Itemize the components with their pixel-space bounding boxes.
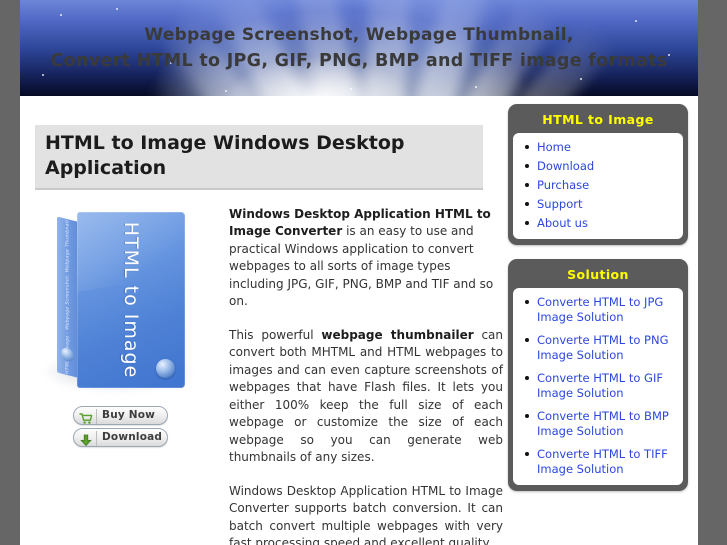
bullet-icon — [525, 145, 529, 149]
bullet-icon — [525, 183, 529, 187]
list-item[interactable]: About us — [519, 216, 677, 231]
sidebar-panel-solution-title: Solution — [567, 267, 629, 282]
banner-star — [225, 90, 227, 92]
bullet-icon — [525, 452, 529, 456]
sidebar-panel-solution-body: Converte HTML to JPG Image Solution Conv… — [513, 288, 683, 485]
sidebar-item-home[interactable]: Home — [537, 140, 571, 154]
list-item[interactable]: Support — [519, 197, 677, 212]
bullet-icon — [525, 164, 529, 168]
banner-star — [42, 74, 44, 76]
paragraph-1: Windows Desktop Application HTML to Imag… — [229, 206, 503, 311]
list-item[interactable]: Home — [519, 140, 677, 155]
sidebar-panel-nav-title: HTML to Image — [542, 112, 654, 127]
banner-headline: Webpage Screenshot, Webpage Thumbnail, C… — [20, 22, 698, 74]
boxshot-orb-icon — [156, 358, 175, 378]
list-item[interactable]: Converte HTML to BMP Image Solution — [519, 409, 677, 439]
paragraph-3: Windows Desktop Application HTML to Imag… — [229, 483, 503, 545]
sidebar-item-support[interactable]: Support — [537, 197, 582, 211]
sidebar-nav-list: Home Download Purchase Support About us — [519, 140, 677, 231]
sidebar-panel-nav: HTML to Image Home Download Purchase Sup… — [508, 104, 688, 245]
bullet-icon — [525, 414, 529, 418]
banner-star — [116, 8, 118, 10]
banner-star — [475, 86, 477, 88]
download-button[interactable]: Download — [73, 427, 168, 447]
list-item[interactable]: Converte HTML to JPG Image Solution — [519, 295, 677, 325]
paragraph-2-pre: This powerful — [229, 327, 322, 342]
paragraph-2: This powerful webpage thumbnailer can co… — [229, 327, 503, 467]
banner-star — [580, 78, 582, 80]
sidebar-panel-nav-body: Home Download Purchase Support About us — [513, 133, 683, 239]
boxshot-spine-orb-icon — [61, 346, 74, 363]
action-buttons: Buy Now Download — [73, 405, 168, 450]
boxshot-wrap: HTML to Image - Webpage Screenshot, Webp… — [57, 211, 207, 388]
sidebar-item-tiff-solution[interactable]: Converte HTML to TIFF Image Solution — [537, 447, 668, 476]
sidebar-item-download[interactable]: Download — [537, 159, 594, 173]
boxshot-title: HTML to Image — [120, 221, 142, 378]
banner-headline-line2: Convert HTML to JPG, GIF, PNG, BMP and T… — [50, 51, 668, 71]
list-item[interactable]: Converte HTML to GIF Image Solution — [519, 371, 677, 401]
page-title: HTML to Image Windows Desktop Applicatio… — [35, 124, 483, 190]
sidebar-item-bmp-solution[interactable]: Converte HTML to BMP Image Solution — [537, 409, 669, 438]
sidebar: HTML to Image Home Download Purchase Sup… — [508, 104, 688, 505]
list-item[interactable]: Purchase — [519, 178, 677, 193]
paragraph-2-bold: webpage thumbnailer — [321, 327, 474, 342]
bullet-icon — [525, 338, 529, 342]
buy-now-label: Buy Now — [102, 408, 156, 421]
list-item[interactable]: Download — [519, 159, 677, 174]
bullet-icon — [525, 300, 529, 304]
sidebar-item-about-us[interactable]: About us — [537, 216, 588, 230]
sidebar-item-jpg-solution[interactable]: Converte HTML to JPG Image Solution — [537, 295, 663, 324]
page-sheet: Webpage Screenshot, Webpage Thumbnail, C… — [20, 0, 698, 545]
list-item[interactable]: Converte HTML to TIFF Image Solution — [519, 447, 677, 477]
bullet-icon — [525, 221, 529, 225]
banner-headline-line1: Webpage Screenshot, Webpage Thumbnail, — [144, 25, 574, 45]
page-root: Webpage Screenshot, Webpage Thumbnail, C… — [0, 0, 727, 545]
product-boxshot: HTML to Image - Webpage Screenshot, Webp… — [35, 206, 225, 447]
button-separator — [96, 408, 97, 424]
list-item[interactable]: Converte HTML to PNG Image Solution — [519, 333, 677, 363]
download-label: Download — [102, 430, 163, 443]
banner-star — [350, 88, 352, 90]
buy-now-button[interactable]: Buy Now — [73, 405, 168, 425]
sidebar-panel-solution: Solution Converte HTML to JPG Image Solu… — [508, 259, 688, 491]
shopping-cart-icon — [79, 410, 93, 424]
bullet-icon — [525, 376, 529, 380]
sidebar-item-png-solution[interactable]: Converte HTML to PNG Image Solution — [537, 333, 669, 362]
boxshot-face: HTML to Image — [77, 211, 185, 388]
product-copy: Windows Desktop Application HTML to Imag… — [229, 206, 503, 545]
button-separator — [96, 430, 97, 446]
paragraph-2-post: can convert both MHTML and HTML webpages… — [229, 327, 504, 465]
sidebar-item-purchase[interactable]: Purchase — [537, 178, 589, 192]
bullet-icon — [525, 202, 529, 206]
site-banner: Webpage Screenshot, Webpage Thumbnail, C… — [20, 0, 698, 96]
boxshot-spine: HTML to Image - Webpage Screenshot, Webp… — [57, 216, 79, 378]
banner-star — [60, 14, 62, 16]
main-column: HTML to Image Windows Desktop Applicatio… — [35, 112, 503, 545]
download-arrow-icon — [79, 432, 93, 446]
sidebar-solution-list: Converte HTML to JPG Image Solution Conv… — [519, 295, 677, 477]
sidebar-item-gif-solution[interactable]: Converte HTML to GIF Image Solution — [537, 371, 663, 400]
